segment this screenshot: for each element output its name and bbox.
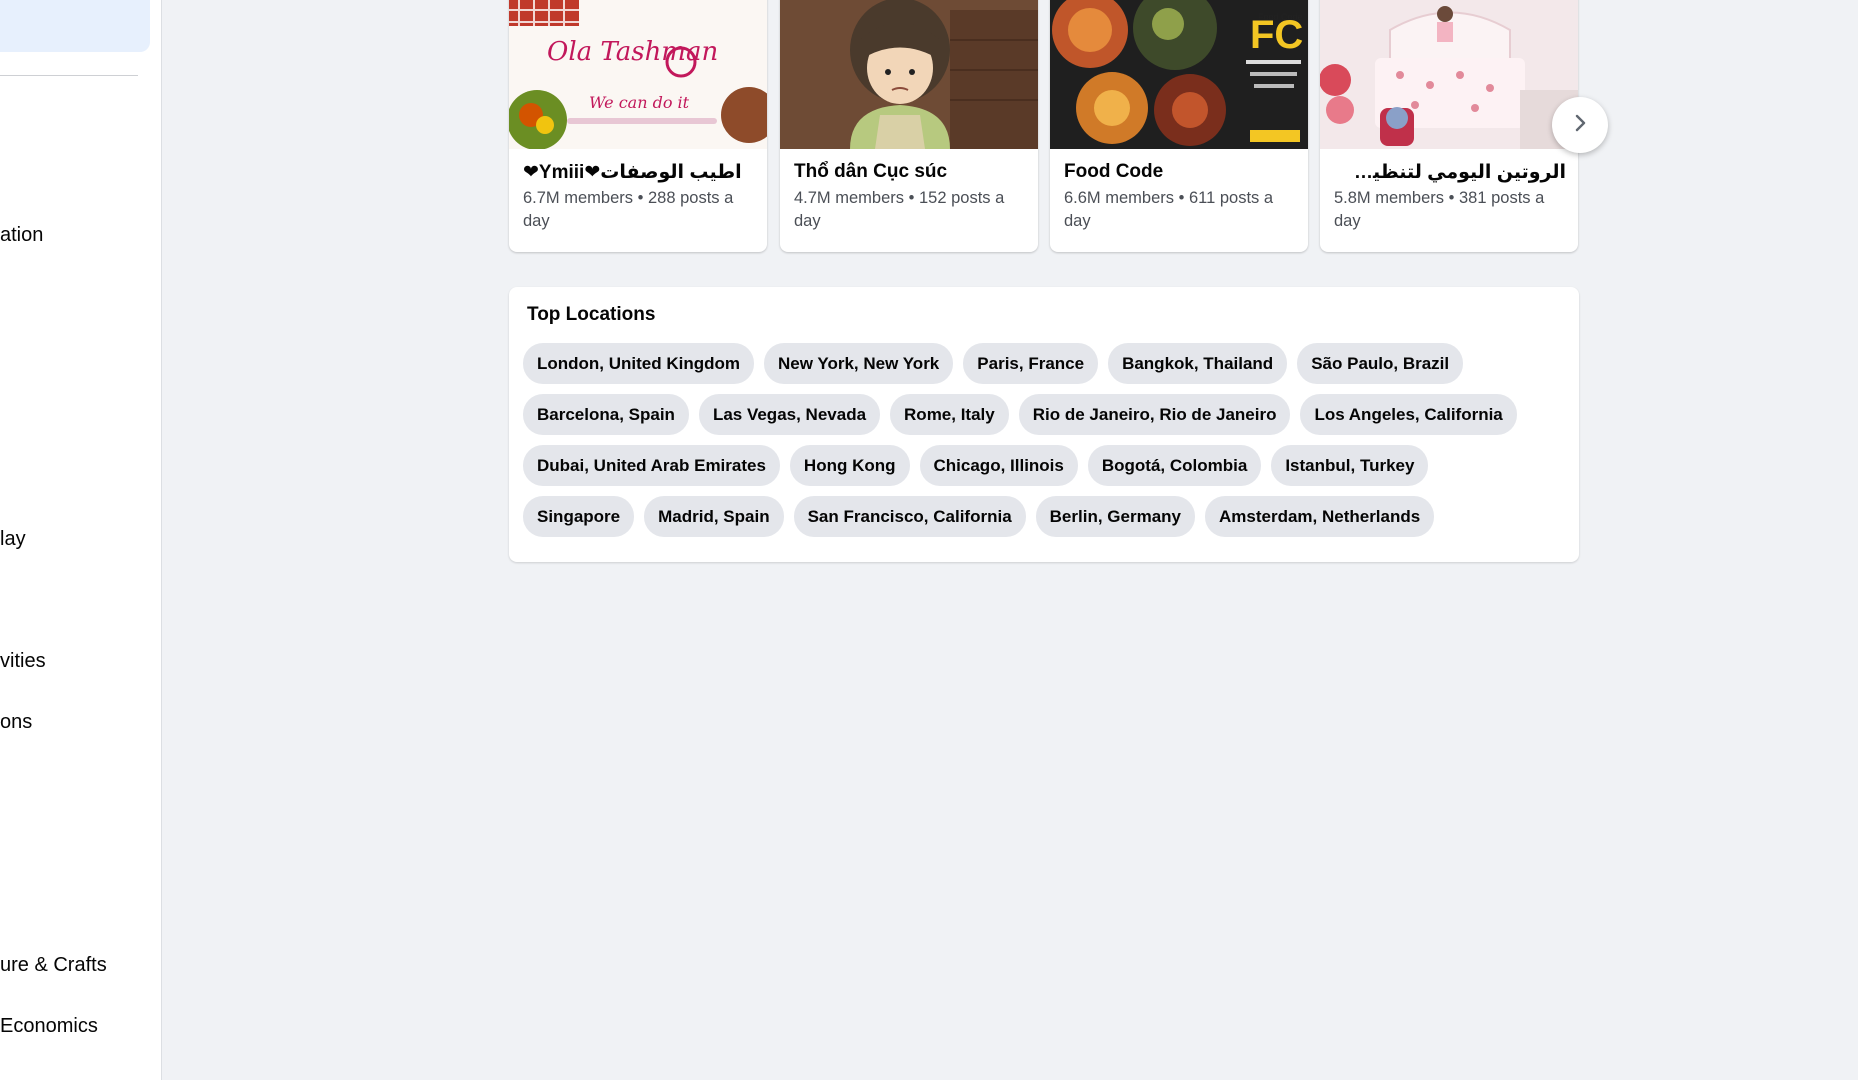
carousel-next-button[interactable] (1552, 97, 1608, 153)
location-chip[interactable]: São Paulo, Brazil (1297, 343, 1464, 384)
sidebar-item-label: ons (0, 711, 33, 733)
sidebar-item-label: vities (0, 650, 46, 672)
sidebar-item-6[interactable]: Economics (0, 1015, 98, 1038)
location-chip-row: London, United Kingdom New York, New Yor… (523, 343, 1573, 384)
top-locations-panel: Top Locations London, United Kingdom New… (509, 287, 1579, 562)
group-name[interactable]: Food Code (1064, 161, 1296, 183)
group-card[interactable]: Thổ dân Cục súc 4.7M members • 152 posts… (780, 0, 1038, 252)
group-name[interactable]: الروتين اليومي لتنظيف وت... (1334, 161, 1566, 184)
top-locations-title: Top Locations (527, 304, 656, 325)
location-chip[interactable]: Istanbul, Turkey (1271, 445, 1429, 486)
group-cover-image: FC Food Code (1050, 0, 1308, 149)
group-name[interactable]: Thổ dân Cục súc (794, 161, 1026, 183)
group-meta: 4.7M members • 152 posts a day (794, 189, 1005, 230)
location-chip[interactable]: San Francisco, California (793, 496, 1026, 537)
sidebar-item-1[interactable]: ation (0, 224, 43, 247)
sidebar-item-label: ure & Crafts (0, 954, 107, 976)
group-cover-image (1320, 0, 1578, 149)
location-chip[interactable]: Rome, Italy (890, 394, 1009, 435)
location-chip[interactable]: Las Vegas, Nevada (698, 394, 881, 435)
location-chip[interactable]: Singapore (523, 496, 635, 537)
location-chip[interactable]: Bogotá, Colombia (1087, 445, 1262, 486)
location-chip[interactable]: Chicago, Illinois (919, 445, 1078, 486)
location-chip-row: Barcelona, Spain Las Vegas, Nevada Rome,… (523, 394, 1573, 435)
location-chip[interactable]: Bangkok, Thailand (1108, 343, 1288, 384)
location-chip[interactable]: Dubai, United Arab Emirates (523, 445, 780, 486)
sidebar-item-4[interactable]: ons (0, 711, 32, 734)
location-chip[interactable]: Barcelona, Spain (523, 394, 689, 435)
location-chip[interactable]: New York, New York (764, 343, 954, 384)
location-chip-list: London, United Kingdom New York, New Yor… (523, 343, 1573, 547)
group-cover-image (780, 0, 1038, 149)
location-chip[interactable]: Berlin, Germany (1035, 496, 1195, 537)
group-meta: 6.7M members • 288 posts a day (523, 189, 734, 230)
group-card[interactable]: Ola Tashman We can do it ❤Ymiii❤اطيب الو… (509, 0, 767, 252)
location-chip[interactable]: Amsterdam, Netherlands (1204, 496, 1435, 537)
location-chip-row: Dubai, United Arab Emirates Hong Kong Ch… (523, 445, 1573, 486)
cover-subtext: We can do it (589, 93, 690, 112)
sidebar-item-label: Economics (0, 1015, 98, 1037)
group-name[interactable]: ❤Ymiii❤اطيب الوصفات (523, 161, 755, 184)
sidebar: ation lay vities ons ure & Crafts Econom… (0, 0, 162, 1080)
sidebar-item-5[interactable]: ure & Crafts (0, 954, 107, 977)
location-chip[interactable]: Madrid, Spain (644, 496, 784, 537)
location-chip[interactable]: Hong Kong (789, 445, 910, 486)
group-card[interactable]: الروتين اليومي لتنظيف وت... 5.8M members… (1320, 0, 1578, 252)
sidebar-active-item[interactable] (0, 0, 150, 52)
location-chip[interactable]: London, United Kingdom (523, 343, 755, 384)
chevron-right-icon (1569, 112, 1591, 139)
sidebar-item-3[interactable]: vities (0, 650, 46, 673)
sidebar-item-2[interactable]: lay (0, 528, 26, 551)
group-cover-image: Ola Tashman We can do it (509, 0, 767, 149)
sidebar-item-label: ation (0, 224, 44, 246)
location-chip-row: Singapore Madrid, Spain San Francisco, C… (523, 496, 1573, 537)
group-meta: 6.6M members • 611 posts a day (1064, 189, 1274, 230)
location-chip[interactable]: Rio de Janeiro, Rio de Janeiro (1018, 394, 1291, 435)
location-chip[interactable]: Los Angeles, California (1300, 394, 1517, 435)
sidebar-divider (0, 75, 138, 76)
group-meta: 5.8M members • 381 posts a day (1334, 189, 1545, 230)
location-chip[interactable]: Paris, France (963, 343, 1099, 384)
group-card[interactable]: FC Food Code Food Code 6.6M members • 61… (1050, 0, 1308, 252)
sidebar-item-label: lay (0, 528, 26, 550)
cover-logo-caption: Food Code (1258, 12, 1303, 22)
